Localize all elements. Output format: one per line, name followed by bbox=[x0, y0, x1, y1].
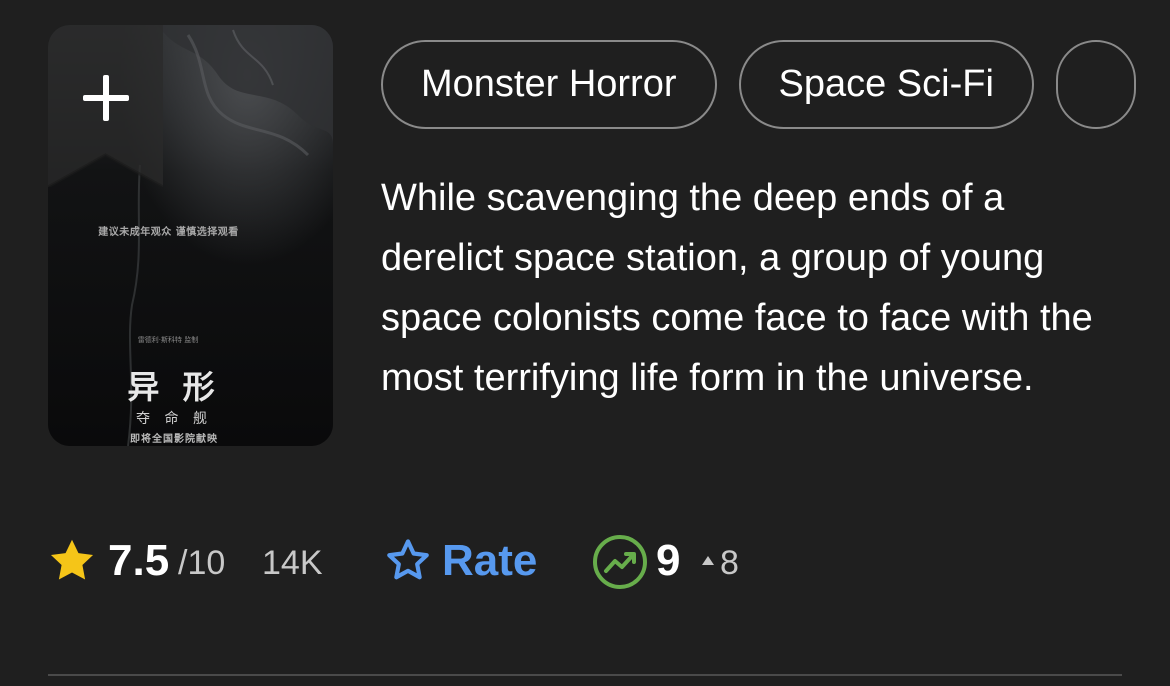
rate-label: Rate bbox=[442, 536, 538, 585]
popularity-rank[interactable]: 9 bbox=[656, 533, 680, 593]
poster-subtitle: 夺 命 舰 bbox=[136, 411, 212, 427]
plus-icon bbox=[78, 75, 134, 125]
star-outline-icon bbox=[387, 539, 429, 580]
rate-button[interactable]: Rate bbox=[382, 530, 552, 590]
popularity-change: 8 bbox=[720, 544, 739, 582]
ratings-bar: 7.5 /10 14K Rate 9 8 bbox=[46, 530, 1146, 590]
poster-title: 异 形 bbox=[127, 368, 221, 406]
genre-chip-monster-horror[interactable]: Monster Horror bbox=[381, 40, 717, 129]
poster-release: 即将全国影院献映 bbox=[130, 434, 218, 445]
poster-tagline: 建议未成年观众 谨慎选择观看 bbox=[98, 227, 239, 238]
genre-chip-more[interactable] bbox=[1055, 40, 1136, 129]
title-overview: 建议未成年观众 谨慎选择观看 雷德利·斯科特 监制 异 形 夺 命 舰 即将全国… bbox=[0, 0, 1170, 686]
plot-description[interactable]: While scavenging the deep ends of a dere… bbox=[381, 168, 1126, 408]
star-icon bbox=[50, 539, 94, 580]
trend-up-icon bbox=[702, 556, 714, 565]
add-to-watchlist-button[interactable] bbox=[48, 25, 163, 187]
section-divider bbox=[48, 674, 1122, 676]
poster-credits: 雷德利·斯科特 监制 bbox=[137, 336, 199, 344]
genre-chips: Monster Horror Space Sci-Fi bbox=[381, 40, 1170, 130]
rating-count: 14K bbox=[262, 544, 323, 582]
popularity-trend-icon bbox=[593, 535, 647, 589]
imdb-rating-value: 7.5 bbox=[108, 536, 170, 585]
rating-scale: /10 bbox=[178, 544, 226, 582]
genre-chip-space-sci-fi[interactable]: Space Sci-Fi bbox=[738, 40, 1034, 129]
